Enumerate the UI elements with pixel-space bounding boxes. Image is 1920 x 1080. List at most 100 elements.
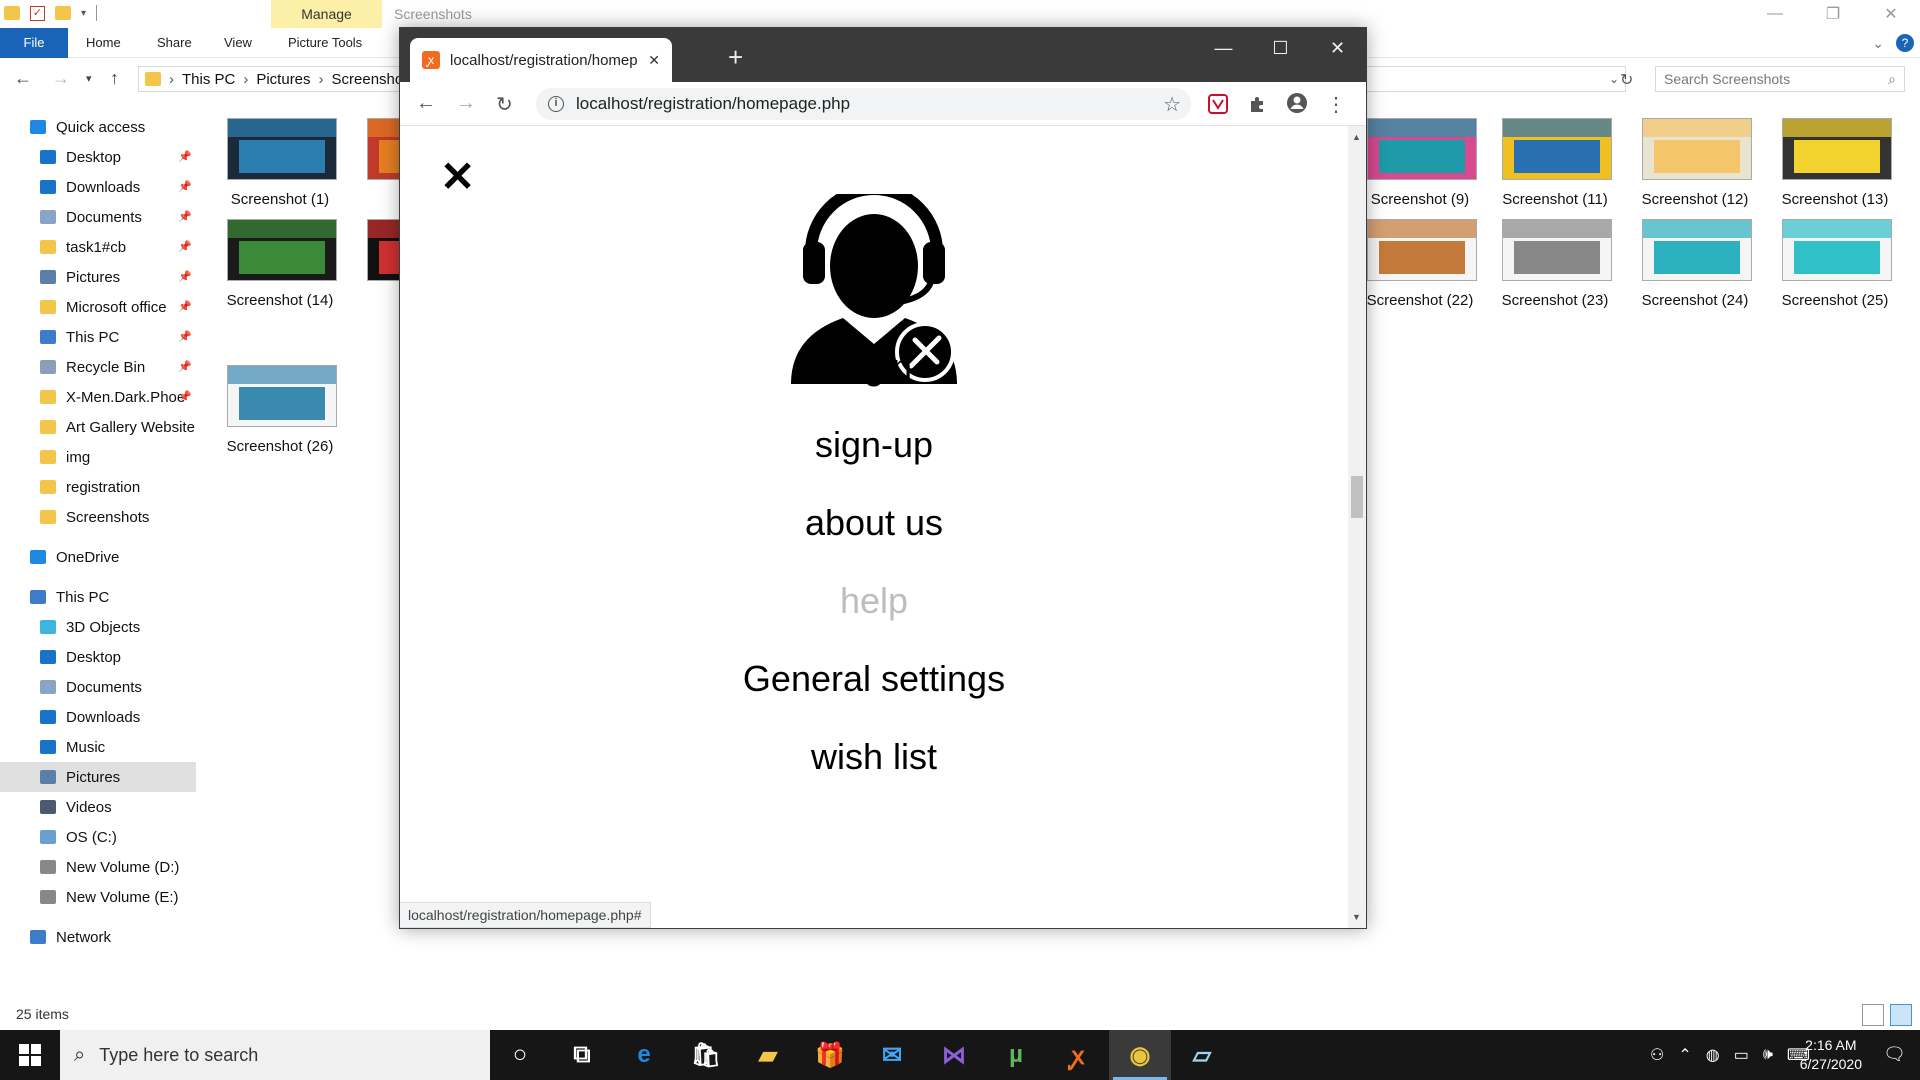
file-thumbnail[interactable]: Screenshot (1) [205, 118, 345, 213]
nav-item[interactable]: Documents [0, 672, 196, 702]
close-menu-icon[interactable]: ✕ [440, 156, 475, 198]
file-thumbnail[interactable]: Screenshot (13) [1760, 118, 1900, 213]
page-scrollbar[interactable]: ▲ ▼ [1348, 126, 1366, 928]
chevron-down-icon[interactable]: ⌄ [1609, 72, 1619, 86]
breadcrumb-this-pc[interactable]: This PC [182, 71, 235, 88]
file-thumbnail[interactable]: Screenshot (12) [1620, 118, 1760, 213]
tab-file[interactable]: File [0, 28, 68, 58]
breadcrumb-pictures[interactable]: Pictures [256, 71, 310, 88]
start-button[interactable] [0, 1030, 60, 1080]
nav-item[interactable]: Music [0, 732, 196, 762]
nav-item[interactable]: New Volume (D:) [0, 852, 196, 882]
tab-picture-tools[interactable]: Picture Tools [274, 28, 376, 58]
nav-item[interactable]: Pictures 📌 [0, 262, 196, 292]
details-view-icon[interactable] [1862, 1004, 1884, 1026]
people-icon[interactable]: ⚇ [1650, 1045, 1664, 1065]
menu-link[interactable]: about us [400, 502, 1348, 544]
nav-item[interactable]: registration [0, 472, 196, 502]
file-thumbnail[interactable]: Screenshot (26) [205, 365, 345, 460]
site-info-icon[interactable]: i [548, 96, 564, 112]
menu-link[interactable]: wish list [400, 736, 1348, 778]
minimize-icon[interactable]: — [1746, 0, 1804, 28]
close-tab-icon[interactable]: ✕ [648, 52, 660, 69]
nav-item[interactable]: This PC 📌 [0, 322, 196, 352]
back-arrow-icon[interactable]: ← [416, 92, 436, 115]
nav-item[interactable]: New Volume (E:) [0, 882, 196, 912]
tab-share[interactable]: Share [143, 28, 206, 58]
nav-item[interactable]: Screenshots [0, 502, 196, 532]
nav-item[interactable]: Recycle Bin 📌 [0, 352, 196, 382]
url-text[interactable]: localhost/registration/homepage.php [576, 94, 1151, 114]
show-hidden-icons-icon[interactable]: ⌃ [1678, 1045, 1691, 1065]
minimize-icon[interactable]: — [1195, 28, 1252, 68]
file-thumbnail[interactable]: Screenshot (24) [1620, 219, 1760, 314]
taskbar-app[interactable]: ▱ [1171, 1030, 1233, 1080]
nav-item[interactable]: Downloads 📌 [0, 172, 196, 202]
new-tab-icon[interactable]: + [728, 42, 743, 73]
maximize-icon[interactable]: ❐ [1804, 0, 1862, 28]
nav-item[interactable]: 3D Objects [0, 612, 196, 642]
nav-item[interactable]: Microsoft office 📌 [0, 292, 196, 322]
taskbar-app[interactable]: µ [985, 1030, 1047, 1080]
volume-icon[interactable]: 🕪 [1763, 1046, 1773, 1064]
forward-arrow-icon[interactable]: → [52, 68, 70, 89]
nav-item[interactable]: OS (C:) [0, 822, 196, 852]
breadcrumb-screenshots[interactable]: Screensho [332, 71, 404, 88]
nav-item[interactable]: Quick access [0, 112, 196, 142]
new-folder-icon[interactable] [55, 6, 71, 20]
nav-item[interactable]: X-Men.Dark.Phoe 📌 [0, 382, 196, 412]
taskbar-app[interactable]: ○ [489, 1030, 551, 1080]
tab-view[interactable]: View [210, 28, 266, 58]
taskbar-app[interactable]: ◉ [1109, 1030, 1171, 1080]
back-arrow-icon[interactable]: ← [14, 68, 32, 89]
manage-contextual-tab[interactable]: Manage [271, 0, 382, 28]
scroll-down-icon[interactable]: ▼ [1352, 912, 1361, 922]
nav-item[interactable]: Desktop [0, 642, 196, 672]
omnibox[interactable]: i localhost/registration/homepage.php ☆ [536, 88, 1191, 120]
nav-item[interactable]: Downloads [0, 702, 196, 732]
menu-link[interactable]: sign-up [400, 424, 1348, 466]
search-input[interactable]: Search Screenshots ⌕ [1655, 66, 1905, 92]
large-icons-view-icon[interactable] [1890, 1004, 1912, 1026]
scroll-thumb[interactable] [1351, 476, 1363, 518]
taskbar-app[interactable]: e [613, 1030, 675, 1080]
bookmark-star-icon[interactable]: ☆ [1163, 92, 1181, 117]
maximize-icon[interactable]: ☐ [1252, 28, 1309, 68]
nav-item[interactable]: img [0, 442, 196, 472]
extensions-puzzle-icon[interactable] [1248, 94, 1268, 114]
taskbar-app[interactable]: ⋈ [923, 1030, 985, 1080]
nav-item[interactable]: This PC [0, 582, 196, 612]
taskbar-clock[interactable]: 2:16 AM 6/27/2020 [1800, 1036, 1862, 1074]
action-center-icon[interactable]: 🗨 [1883, 1044, 1906, 1065]
help-icon[interactable]: ? [1896, 34, 1914, 52]
up-arrow-icon[interactable]: ↑ [110, 68, 119, 89]
file-thumbnail[interactable]: Screenshot (23) [1480, 219, 1620, 314]
nav-item[interactable]: Videos [0, 792, 196, 822]
nav-item[interactable]: Pictures [0, 762, 196, 792]
close-icon[interactable]: ✕ [1862, 0, 1920, 28]
taskbar-app[interactable]: ✉ [861, 1030, 923, 1080]
customize-qat-icon[interactable]: ▾ [81, 8, 86, 19]
nav-item[interactable]: task1#cb 📌 [0, 232, 196, 262]
menu-link[interactable]: General settings [400, 658, 1348, 700]
taskbar-app[interactable]: ꭙ [1047, 1030, 1109, 1080]
menu-link[interactable]: help [400, 580, 1348, 622]
taskbar-app[interactable]: ⧉ [551, 1030, 613, 1080]
mcafee-extension-icon[interactable] [1208, 94, 1228, 114]
forward-arrow-icon[interactable]: → [456, 92, 476, 115]
close-icon[interactable]: ✕ [1309, 28, 1366, 68]
properties-icon[interactable]: ✓ [30, 5, 45, 21]
taskbar-app[interactable]: 🛍 [675, 1030, 737, 1080]
file-thumbnail[interactable]: Screenshot (14) [205, 219, 345, 314]
nav-item[interactable]: Desktop 📌 [0, 142, 196, 172]
reload-icon[interactable]: ↻ [496, 92, 513, 117]
scroll-up-icon[interactable]: ▲ [1352, 132, 1361, 142]
nav-item[interactable]: Documents 📌 [0, 202, 196, 232]
expand-ribbon-icon[interactable]: ⌄ [1872, 35, 1884, 52]
file-thumbnail[interactable]: Screenshot (25) [1760, 219, 1900, 314]
taskbar-app[interactable]: ▰ [737, 1030, 799, 1080]
taskbar-app[interactable]: 🎁 [799, 1030, 861, 1080]
refresh-icon[interactable]: ↻ [1620, 70, 1633, 90]
taskbar-search-box[interactable]: ⌕ Type here to search [60, 1030, 490, 1080]
nav-item[interactable]: OneDrive [0, 542, 196, 572]
